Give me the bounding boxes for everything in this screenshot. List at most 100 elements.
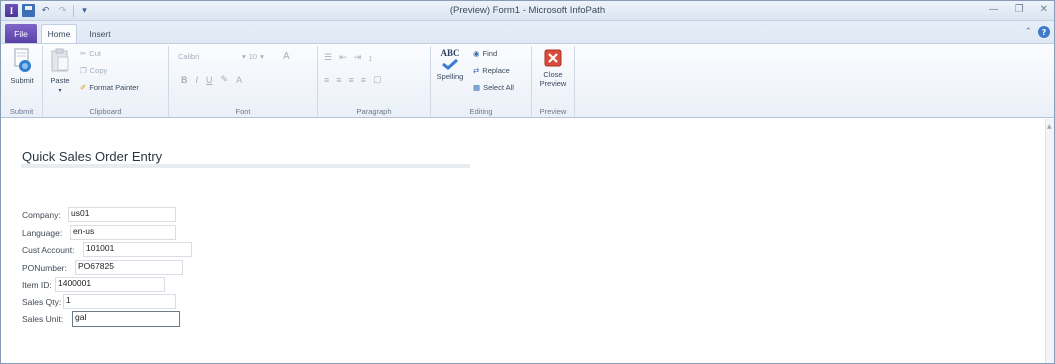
field-row-company: Company: us01: [22, 207, 176, 222]
group-label-font: Font: [235, 107, 251, 116]
highlight-icon[interactable]: ✎: [221, 74, 229, 85]
group-label-submit: Submit: [9, 107, 34, 116]
decrease-indent-icon[interactable]: ⇤: [339, 52, 347, 63]
vertical-scrollbar[interactable]: ▲: [1045, 119, 1054, 363]
cut-label: Cut: [89, 49, 101, 58]
minimize-icon[interactable]: —: [989, 4, 999, 15]
copy-icon: ❐: [80, 66, 87, 75]
tab-home[interactable]: Home: [41, 24, 77, 43]
item-id-input[interactable]: 1400001: [55, 277, 165, 292]
ponumber-label: PONumber:: [22, 262, 67, 273]
paste-dropdown-icon[interactable]: ▾: [58, 87, 61, 96]
field-row-sales-unit: Sales Unit: gal: [22, 311, 180, 327]
scissors-icon: ✂: [80, 49, 87, 58]
underline-icon[interactable]: U: [206, 75, 213, 85]
spelling-abc-text: ABC: [440, 48, 460, 58]
font-name-value: Calibri: [178, 52, 200, 61]
increase-indent-icon[interactable]: ⇥: [354, 52, 362, 63]
group-clipboard: Paste ▾ ✂ Cut ❐ Copy ✐ Format Painter Cl…: [43, 46, 169, 117]
paste-icon: [51, 48, 69, 72]
spelling-label: Spelling: [436, 72, 464, 81]
align-left-icon[interactable]: ≡: [324, 75, 329, 85]
paintbrush-icon: ✐: [80, 83, 87, 92]
company-input[interactable]: us01: [68, 207, 176, 222]
title-divider: [21, 164, 470, 168]
align-right-icon[interactable]: ≡: [349, 75, 354, 85]
font-name-combo[interactable]: Calibri: [178, 52, 242, 61]
submit-icon: [14, 48, 31, 72]
ponumber-input[interactable]: PO67825: [75, 260, 183, 275]
help-icon[interactable]: ?: [1038, 26, 1050, 38]
close-window-icon[interactable]: ✕: [1040, 4, 1048, 15]
submit-button[interactable]: Submit: [6, 48, 38, 85]
field-row-sales-qty: Sales Qty: 1: [22, 294, 176, 309]
group-label-editing: Editing: [469, 107, 493, 116]
paste-button[interactable]: Paste ▾: [46, 48, 74, 96]
font-format-row: B I U ✎ A: [181, 74, 242, 85]
binoculars-icon: ◉: [473, 49, 480, 58]
field-row-cust-account: Cust Account: 101001: [22, 242, 192, 257]
bold-icon[interactable]: B: [181, 75, 188, 85]
replace-button[interactable]: ⇄ Replace: [473, 66, 510, 75]
font-size-value: 10: [248, 52, 258, 61]
line-spacing-icon[interactable]: ↕: [368, 53, 373, 63]
minimize-ribbon-icon[interactable]: ⌃: [1024, 27, 1032, 37]
paste-button-label: Paste: [50, 76, 70, 85]
scroll-up-icon[interactable]: ▲: [1047, 123, 1052, 130]
language-input[interactable]: en-us: [70, 225, 176, 240]
close-preview-label-1: Close: [543, 70, 563, 79]
replace-label: Replace: [482, 66, 510, 75]
group-label-preview: Preview: [539, 107, 567, 116]
group-font: Calibri ▾ 10 ▾ A B I U ✎ A Font: [169, 46, 318, 117]
sales-unit-label: Sales Unit:: [22, 313, 64, 324]
group-paragraph: ☰ ⇤ ⇥ ↕ ≡ ≡ ≡ ≡ ▢ Paragraph: [318, 46, 431, 117]
font-color-icon[interactable]: A: [236, 75, 242, 85]
ribbon-tab-row: File Home Insert ⌃ ?: [1, 21, 1054, 43]
window-title: (Preview) Form1 - Microsoft InfoPath: [449, 5, 606, 16]
ribbon-right-icons: ⌃ ?: [1024, 26, 1050, 38]
submit-button-label: Submit: [10, 76, 34, 85]
copy-button[interactable]: ❐ Copy: [80, 66, 107, 75]
window-controls: — ❐ ✕: [989, 4, 1048, 15]
ribbon: Submit Submit Paste ▾ ✂ Cut ❐ Copy ✐ For…: [1, 43, 1054, 118]
bullets-icon[interactable]: ☰: [324, 52, 332, 63]
restore-icon[interactable]: ❐: [1015, 4, 1024, 15]
field-row-language: Language: en-us: [22, 225, 176, 240]
cust-account-label: Cust Account:: [22, 244, 75, 255]
font-size-arrow-icon: ▾: [260, 52, 264, 61]
select-all-label: Select All: [483, 83, 514, 92]
sales-unit-input[interactable]: gal: [72, 311, 180, 327]
italic-icon[interactable]: I: [196, 75, 199, 85]
spelling-button[interactable]: ABC Spelling: [433, 48, 467, 81]
align-center-icon[interactable]: ≡: [336, 75, 341, 85]
group-editing: ABC Spelling ◉ Find ⇄ Replace ▦ Select A…: [431, 46, 532, 117]
grow-font-icon: A: [283, 51, 290, 62]
paragraph-row-1: ☰ ⇤ ⇥ ↕: [324, 52, 373, 63]
tab-insert[interactable]: Insert: [81, 24, 119, 43]
cust-account-input[interactable]: 101001: [83, 242, 192, 257]
sales-qty-label: Sales Qty:: [22, 296, 62, 307]
checkmark-icon: [442, 58, 458, 70]
tab-file[interactable]: File: [5, 24, 37, 43]
select-all-icon: ▦: [473, 83, 481, 92]
company-label: Company:: [22, 209, 61, 220]
font-size-combo[interactable]: ▾ 10 ▾: [242, 52, 264, 61]
font-size-dropdown-icon: ▾: [242, 52, 246, 61]
cut-button[interactable]: ✂ Cut: [80, 49, 101, 58]
item-id-label: Item ID:: [22, 279, 52, 290]
format-painter-button[interactable]: ✐ Format Painter: [80, 83, 139, 92]
sales-qty-input[interactable]: 1: [63, 294, 176, 309]
group-preview: Close Preview Preview: [532, 46, 575, 117]
field-row-ponumber: PONumber: PO67825: [22, 260, 183, 275]
close-preview-icon: [544, 49, 562, 67]
grow-font-button[interactable]: A: [283, 51, 290, 62]
infopath-window: I ↶ ↷ ▾ (Preview) Form1 - Microsoft Info…: [0, 0, 1055, 364]
select-all-button[interactable]: ▦ Select All: [473, 83, 514, 92]
find-button[interactable]: ◉ Find: [473, 49, 497, 58]
format-painter-label: Format Painter: [89, 83, 139, 92]
justify-icon[interactable]: ≡: [361, 75, 366, 85]
shading-icon[interactable]: ▢: [373, 74, 382, 85]
copy-label: Copy: [89, 66, 108, 75]
group-label-clipboard: Clipboard: [89, 107, 122, 116]
close-preview-button[interactable]: Close Preview: [535, 48, 571, 88]
